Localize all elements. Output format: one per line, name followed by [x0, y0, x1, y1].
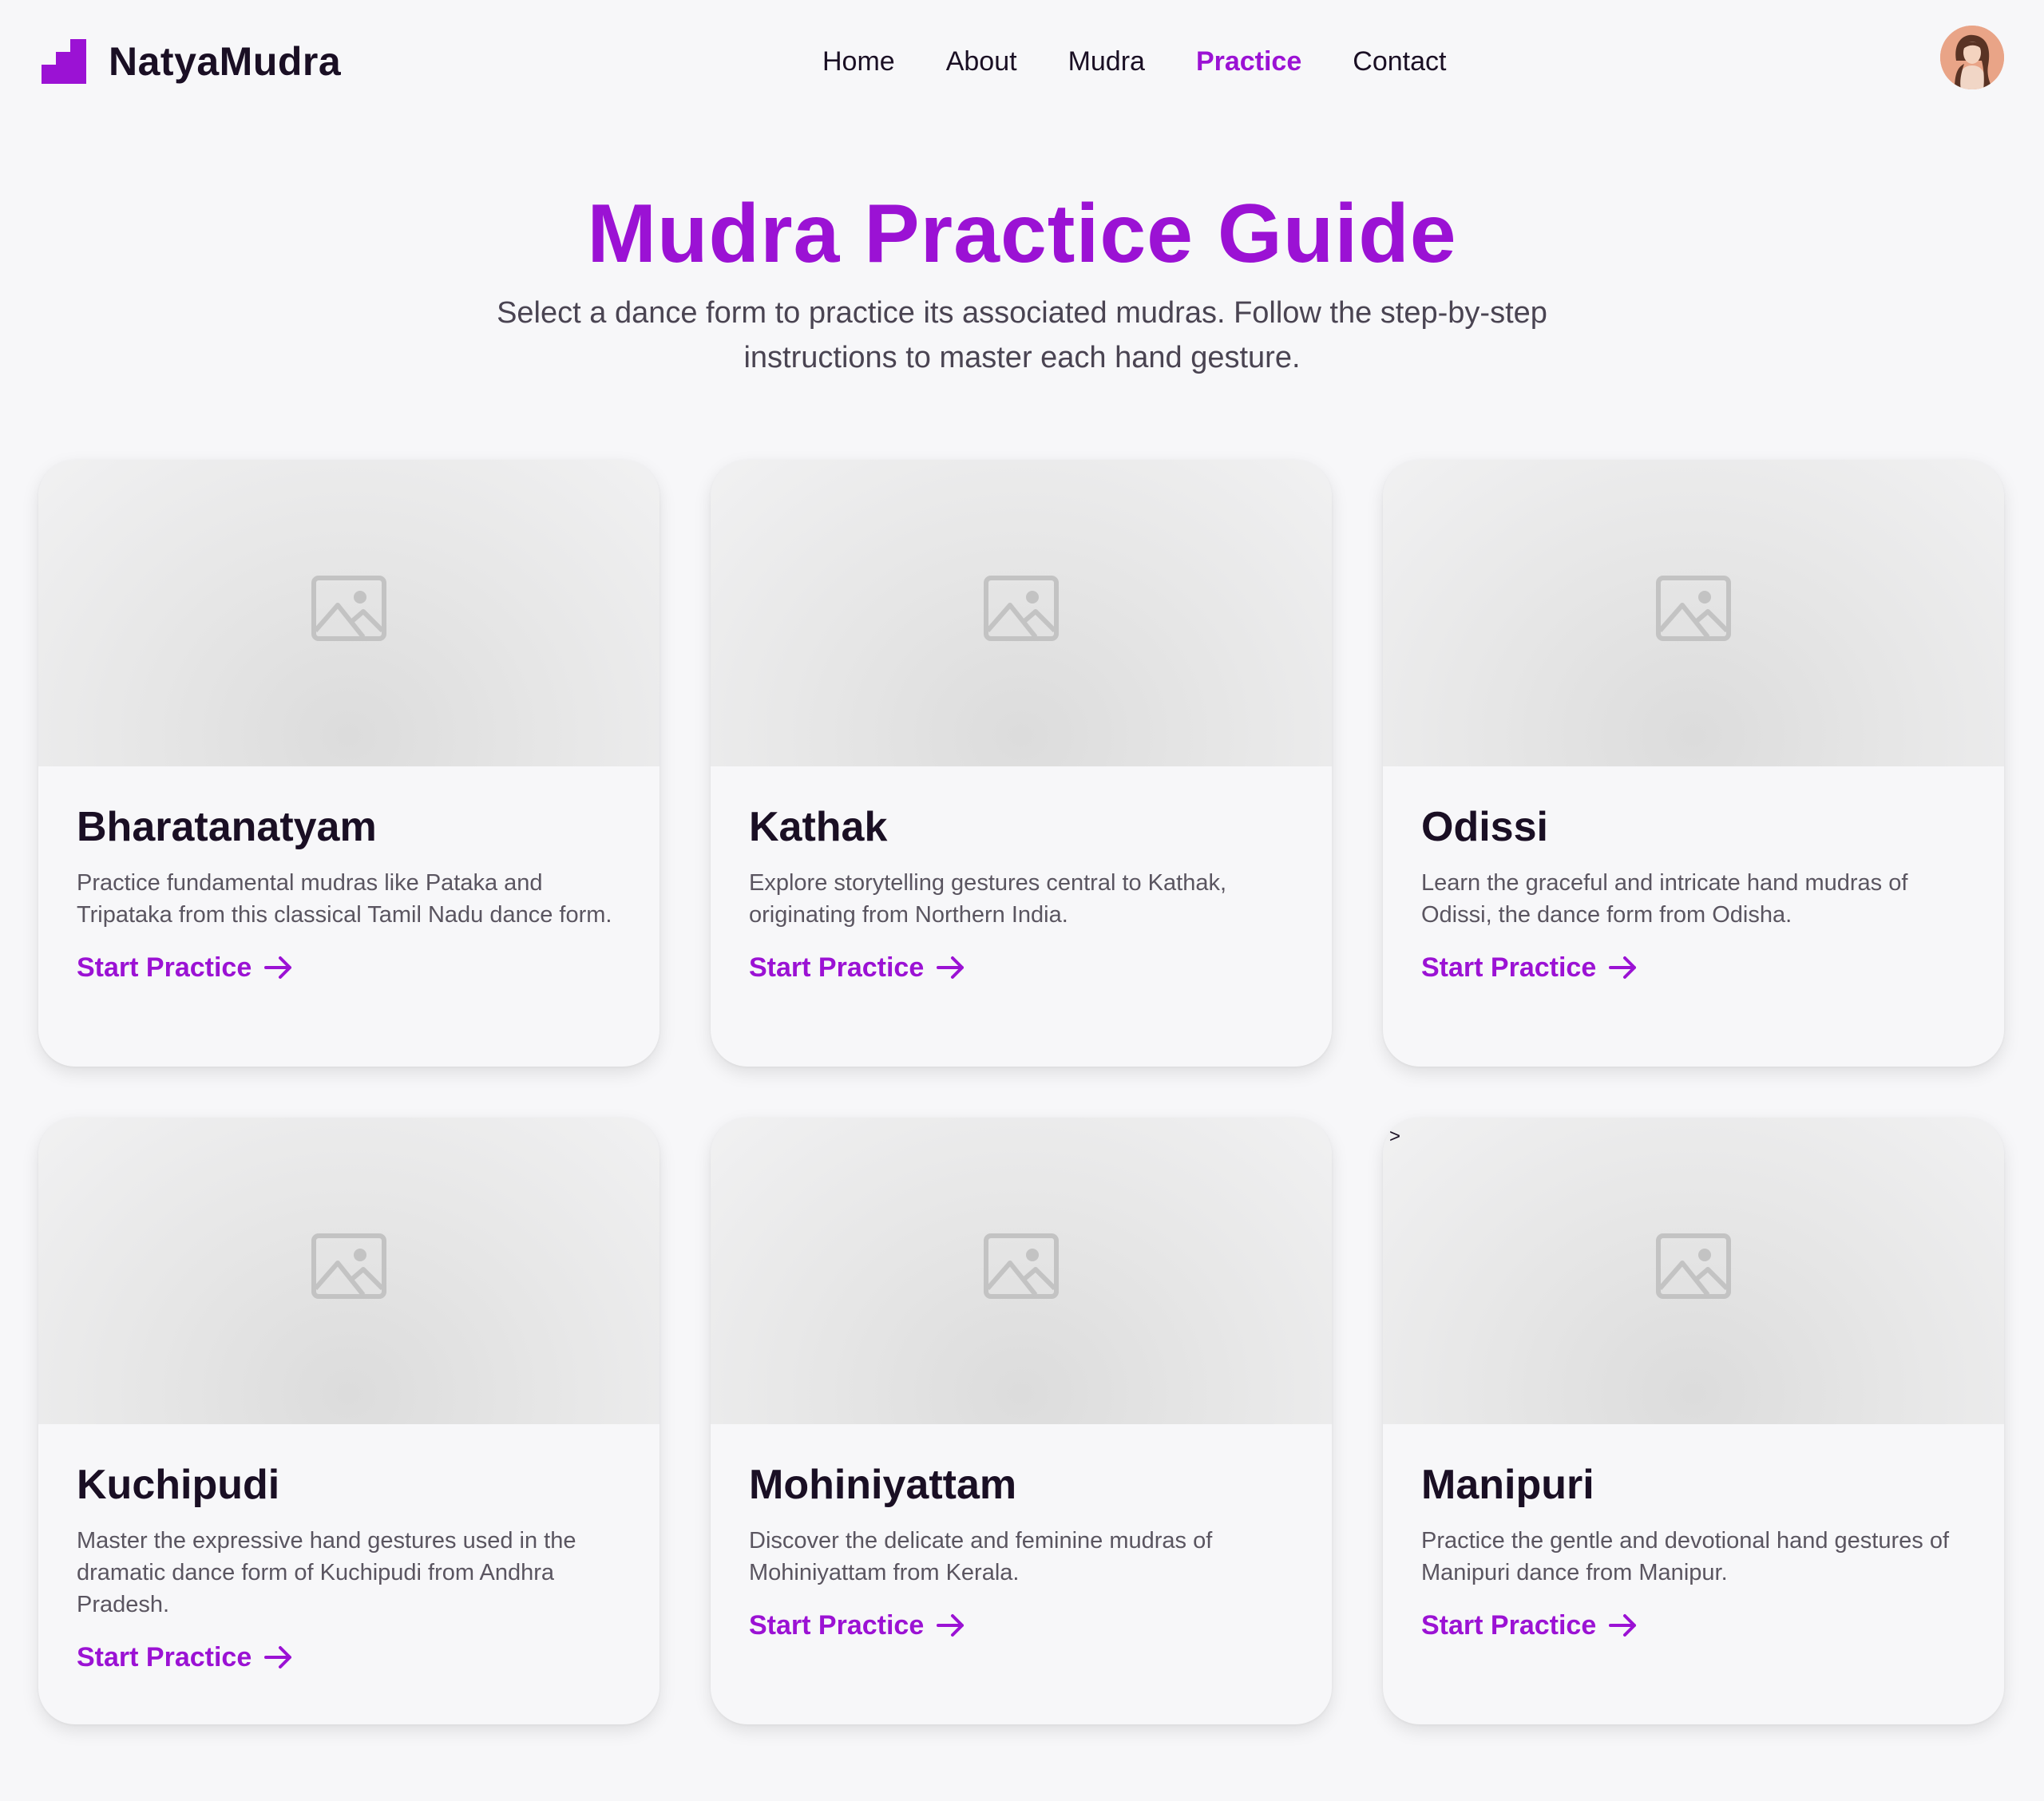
arrow-right-icon: [937, 1614, 965, 1637]
start-practice-link[interactable]: Start Practice: [1421, 945, 1639, 990]
card-description: Master the expressive hand gestures used…: [77, 1528, 576, 1617]
card-title: Odissi: [1421, 804, 1548, 850]
start-practice-link[interactable]: Start Practice: [77, 1635, 295, 1680]
card-image-placeholder: [711, 1118, 1332, 1424]
logo-link[interactable]: NatyaMudra: [42, 38, 341, 85]
dance-card-mohiniyattam: Mohiniyattam Discover the delicate and f…: [711, 1118, 1332, 1724]
nav-about[interactable]: About: [946, 42, 1017, 81]
card-title: Kuchipudi: [77, 1462, 280, 1508]
brand-name: NatyaMudra: [109, 39, 342, 84]
user-avatar[interactable]: [1940, 26, 2004, 89]
dance-card-kathak: Kathak Explore storytelling gestures cen…: [711, 460, 1332, 1067]
card-description: Discover the delicate and feminine mudra…: [749, 1528, 1213, 1585]
nav-contact[interactable]: Contact: [1353, 42, 1446, 81]
card-description: Explore storytelling gestures central to…: [749, 870, 1227, 928]
arrow-right-icon: [1609, 1614, 1637, 1637]
image-placeholder-icon: [1656, 1233, 1731, 1299]
image-placeholder-icon: [984, 1233, 1059, 1299]
image-placeholder-icon: [311, 1233, 386, 1299]
image-placeholder-icon: [311, 576, 386, 641]
card-image-placeholder: [1383, 1118, 2004, 1424]
card-title: Kathak: [749, 804, 888, 850]
start-practice-link[interactable]: Start Practice: [1421, 1603, 1639, 1648]
card-image-placeholder: [38, 1118, 660, 1424]
page-title: Mudra Practice Guide: [587, 188, 1457, 280]
start-practice-link[interactable]: Start Practice: [77, 945, 295, 990]
arrow-right-icon: [937, 956, 965, 979]
start-practice-link[interactable]: Start Practice: [749, 945, 967, 990]
logo-icon: [42, 39, 86, 84]
image-placeholder-icon: [984, 576, 1059, 641]
dance-card-bharatanatyam: Bharatanatyam Practice fundamental mudra…: [38, 460, 660, 1067]
card-image-placeholder: [711, 460, 1332, 766]
arrow-right-icon: [264, 1646, 292, 1668]
card-image-placeholder: [38, 460, 660, 766]
start-practice-label: Start Practice: [77, 952, 252, 983]
start-practice-label: Start Practice: [77, 1642, 252, 1672]
avatar-portrait-icon: [1940, 26, 2004, 89]
card-image-placeholder: [1383, 460, 2004, 766]
main-nav: Home About Mudra Practice Contact: [822, 42, 1446, 81]
dance-card-kuchipudi: Kuchipudi Master the expressive hand ges…: [38, 1118, 660, 1724]
card-title: Bharatanatyam: [77, 804, 377, 850]
start-practice-label: Start Practice: [1421, 952, 1597, 983]
image-placeholder-icon: [1656, 576, 1731, 641]
start-practice-label: Start Practice: [749, 1610, 925, 1641]
arrow-right-icon: [1609, 956, 1637, 979]
card-description: Practice fundamental mudras like Pataka …: [77, 870, 612, 928]
arrow-right-icon: [264, 956, 292, 979]
dance-card-manipuri: Manipuri Practice the gentle and devotio…: [1383, 1118, 2004, 1724]
dance-card-odissi: Odissi Learn the graceful and intricate …: [1383, 460, 2004, 1067]
start-practice-label: Start Practice: [749, 952, 925, 983]
card-description: Learn the graceful and intricate hand mu…: [1421, 870, 1908, 928]
site-header: NatyaMudra Home About Mudra Practice Con…: [0, 0, 2044, 125]
nav-home[interactable]: Home: [822, 42, 895, 81]
card-description: Practice the gentle and devotional hand …: [1421, 1528, 1950, 1585]
nav-practice[interactable]: Practice: [1196, 42, 1301, 81]
card-title: Mohiniyattam: [749, 1462, 1017, 1508]
card-title: Manipuri: [1421, 1462, 1594, 1508]
page-subtitle: Select a dance form to practice its asso…: [497, 296, 1547, 374]
stray-glyph: >: [1389, 1126, 1401, 1147]
start-practice-label: Start Practice: [1421, 1610, 1597, 1641]
nav-mudra[interactable]: Mudra: [1068, 42, 1145, 81]
start-practice-link[interactable]: Start Practice: [749, 1603, 967, 1648]
